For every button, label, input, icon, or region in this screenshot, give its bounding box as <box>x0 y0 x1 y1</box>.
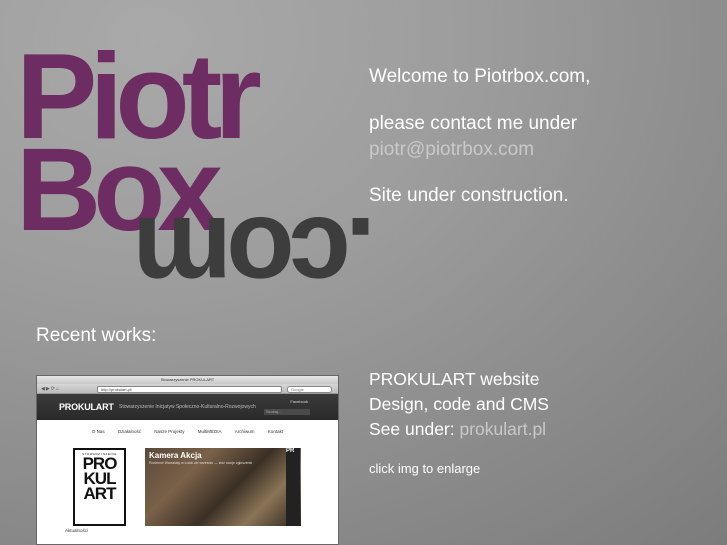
thumb-tagline: Stowarzyszenie Inicjatyw Społeczno-Kultu… <box>119 404 256 410</box>
thumb-window-title: Stowarzyszenie PROKULART <box>37 376 338 384</box>
work-description: PROKULART website Design, code and CMS S… <box>369 367 709 442</box>
thumb-poster: STOWARZYSZENIE PRO KUL ART <box>73 448 126 526</box>
intro-text: Welcome to Piotrbox.com, please contact … <box>369 64 709 209</box>
welcome-text: Welcome to Piotrbox.com, <box>369 66 591 87</box>
thumb-nav-buttons-icon: ◀▶⟳⌂ <box>41 386 60 392</box>
thumb-search-box: Google <box>287 386 332 393</box>
logo-graphic: Piotr Box .com <box>16 40 376 290</box>
thumb-footer-text: Aktualności <box>65 528 89 533</box>
site-logo: Piotr Box .com <box>14 40 384 290</box>
thumb-nav-item: MultiMEDIA <box>197 429 222 434</box>
thumb-poster-line: ART <box>83 484 117 503</box>
work-subtitle: Design, code and CMS <box>369 394 549 414</box>
thumb-main: STOWARZYSZENIE PRO KUL ART Kamera Akcja … <box>37 444 338 534</box>
thumb-nav-item: Kontakt <box>267 429 284 434</box>
thumb-find: Szukaj... <box>264 409 310 415</box>
logo-word-com: .com <box>139 194 376 290</box>
prokulart-link[interactable]: prokulart.pl <box>460 419 547 439</box>
thumb-site-header: PROKULART Stowarzyszenie Inicjatyw Społe… <box>37 394 338 420</box>
thumb-photo-caption: Rodzinne Warsztaty w Łodzi we wrześniu —… <box>149 461 253 465</box>
thumb-nav-item: Działalność <box>117 429 141 434</box>
thumb-photo: Kamera Akcja Rodzinne Warsztaty w Łodzi … <box>145 448 301 526</box>
prokulart-thumbnail[interactable]: Stowarzyszenie PROKULART ◀▶⟳⌂ http://pro… <box>36 375 339 545</box>
contact-text: please contact me under <box>369 113 578 134</box>
work-see-label: See under: <box>369 419 455 439</box>
thumb-nav-item: Nasze Projekty <box>154 429 185 434</box>
status-text: Site under construction. <box>369 185 569 206</box>
thumb-nav: O Nas Działalność Nasze Projekty MultiME… <box>37 420 338 444</box>
thumb-browser-toolbar: ◀▶⟳⌂ http://prokulart.pl/ Google <box>37 384 338 394</box>
work-title: PROKULART website <box>369 369 540 389</box>
enlarge-hint: click img to enlarge <box>369 461 481 476</box>
thumb-url-bar: http://prokulart.pl/ <box>97 386 282 393</box>
thumb-nav-item: O Nas <box>91 429 105 434</box>
thumb-side-panel: PR <box>286 448 300 526</box>
recent-works-heading: Recent works: <box>36 325 157 346</box>
thumb-photo-title: Kamera Akcja <box>149 451 202 460</box>
thumb-brand: PROKULART <box>59 402 114 412</box>
email-link[interactable]: piotr@piotrbox.com <box>369 139 534 160</box>
thumb-facebook: Facebook <box>290 399 308 404</box>
thumb-nav-item: Archiwum <box>234 429 255 434</box>
